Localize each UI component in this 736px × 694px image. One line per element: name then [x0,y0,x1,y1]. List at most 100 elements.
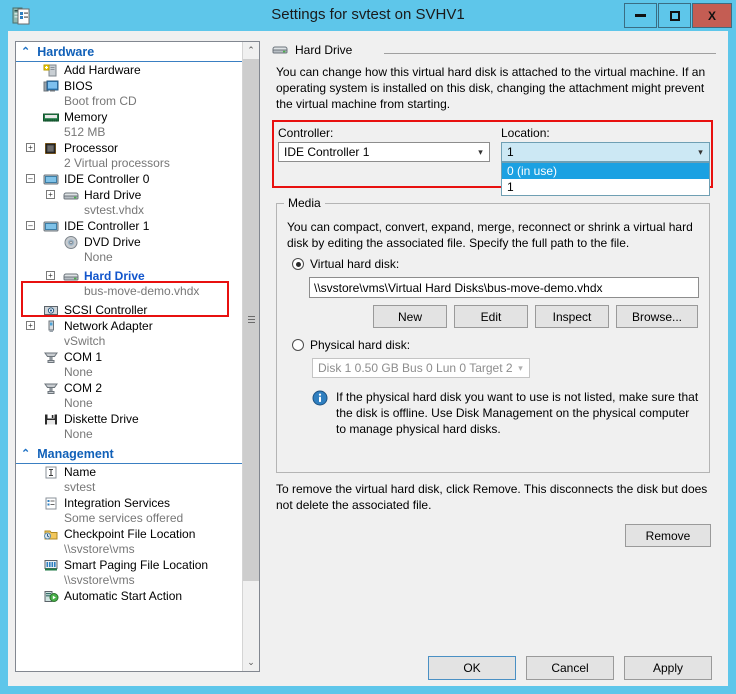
expander-plus-icon[interactable]: + [26,321,35,330]
expander-minus-icon[interactable]: – [26,174,35,183]
tree-item-label: Memory [64,110,108,124]
tree-item-label: COM 2 [64,381,103,395]
tree-item-memory[interactable]: Memory [16,109,244,125]
physical-hard-disk-select[interactable]: Disk 1 0.50 GB Bus 0 Lun 0 Target 2 ▾ [312,358,530,378]
close-button[interactable]: X [692,3,732,28]
diskette-drive-icon [43,412,59,427]
expander-plus-icon[interactable]: + [46,271,55,280]
tree-item-hard-drive-bus-move-demo[interactable]: + Hard Drive [16,268,244,284]
virtual-hard-disk-radio[interactable]: Virtual hard disk: [292,257,399,271]
tree-item-smart-paging-file-location[interactable]: Smart Paging File Location [16,557,244,573]
tree-item-sublabel: \\svstore\vms [64,573,135,587]
tree-item-label: Hard Drive [84,188,142,202]
tree-item-integration-services[interactable]: Integration Services [16,495,244,511]
tree-item-label: Network Adapter [64,319,153,333]
location-select[interactable]: 1 ▾ [501,142,710,162]
hard-drive-settings-pane: Hard Drive You can change how this virtu… [268,41,720,649]
scsi-controller-icon [43,303,59,318]
section-label: Hardware [37,44,95,59]
tree-item-processor[interactable]: + Processor [16,140,244,156]
virtual-hard-disk-path-input[interactable]: \\svstore\vms\Virtual Hard Disks\bus-mov… [309,277,699,298]
edit-button[interactable]: Edit [454,305,528,328]
location-dropdown-list[interactable]: 0 (in use) 1 [501,162,710,196]
tree-item-label: Name [64,465,97,479]
scroll-up-button[interactable]: ⌃ [243,42,259,59]
tree-scrollbar[interactable]: ⌃ ⌄ [242,42,259,671]
dialog-footer: OK Cancel Apply [8,649,728,686]
tree-item-label: Automatic Start Action [64,589,183,603]
media-caption: Media [284,196,325,210]
tree-item-sublabel: svtest.vhdx [84,203,145,217]
tree-item-sublabel: 2 Virtual processors [64,156,170,170]
remove-button[interactable]: Remove [625,524,711,547]
tree-item-hard-drive-svtest[interactable]: + Hard Drive [16,187,244,203]
tree-item-ide-controller-1[interactable]: – IDE Controller 1 [16,218,244,234]
tree-item-label: COM 1 [64,350,103,364]
smart-paging-icon [43,558,59,573]
tree-item-sublabel: Boot from CD [64,94,137,108]
ide-controller-icon [43,219,59,234]
tree-item-automatic-start-action[interactable]: Automatic Start Action [16,588,244,604]
tree-item-sublabel: vSwitch [64,334,106,348]
tree-item-sublabel: \\svstore\vms [64,542,135,556]
tree-item-sublabel: None [64,365,93,379]
controller-select[interactable]: IDE Controller 1 ▾ [278,142,490,162]
tree-item-scsi-controller[interactable]: SCSI Controller [16,302,244,318]
new-button[interactable]: New [373,305,447,328]
tree-item-label: DVD Drive [84,235,141,249]
tree-item-add-hardware[interactable]: Add Hardware [16,62,244,78]
tree-item-com-1[interactable]: COM 1 [16,349,244,365]
location-value: 1 [507,145,514,159]
ok-button[interactable]: OK [428,656,516,680]
physical-hard-disk-value: Disk 1 0.50 GB Bus 0 Lun 0 Target 2 [318,361,512,375]
radio-dot-icon [292,339,304,351]
tree-item-bios[interactable]: BIOS [16,78,244,94]
physical-hard-disk-radio[interactable]: Physical hard disk: [292,338,410,352]
section-header-hardware[interactable]: ⌃ Hardware [16,42,244,62]
inspect-button[interactable]: Inspect [535,305,609,328]
info-icon [312,390,328,406]
tree-item-network-adapter[interactable]: + Network Adapter [16,318,244,334]
tree-item-label: Integration Services [64,496,171,510]
tree-item-dvd-drive[interactable]: DVD Drive [16,234,244,250]
physical-hard-disk-label: Physical hard disk: [310,338,411,352]
tree-item-sublabel: None [84,250,113,264]
dvd-drive-icon [63,235,79,250]
tree-item-ide-controller-0[interactable]: – IDE Controller 0 [16,171,244,187]
section-label: Management [37,446,114,461]
tree-item-com-2[interactable]: COM 2 [16,380,244,396]
tree-item-sublabel: None [64,427,93,441]
cancel-button[interactable]: Cancel [526,656,614,680]
tree-item-label: Add Hardware [64,63,141,77]
pane-title-label: Hard Drive [295,43,353,57]
expander-plus-icon[interactable]: + [46,190,55,199]
chevron-down-icon: ▾ [518,362,523,373]
tree-item-checkpoint-file-location[interactable]: Checkpoint File Location [16,526,244,542]
maximize-icon [669,10,680,21]
com-port-icon [43,350,59,365]
virtual-hard-disk-label: Virtual hard disk: [310,257,400,271]
maximize-button[interactable] [658,3,691,28]
network-adapter-icon [43,319,59,334]
tree-item-sublabel: 512 MB [64,125,106,139]
media-description: You can compact, convert, expand, merge,… [287,220,693,250]
scroll-track[interactable] [243,59,259,654]
minimize-button[interactable] [624,3,657,28]
hardware-tree[interactable]: ⌃ Hardware Add Hardware BIOS Boot from C… [15,41,260,672]
checkpoint-folder-icon [43,527,59,542]
tree-item-name[interactable]: Name [16,464,244,480]
section-header-management[interactable]: ⌃ Management [16,444,244,464]
tree-item-label: Checkpoint File Location [64,527,196,541]
expander-minus-icon[interactable]: – [26,221,35,230]
tree-item-sublabel: None [64,396,93,410]
expander-plus-icon[interactable]: + [26,143,35,152]
controller-label: Controller: [278,126,334,140]
location-option-0[interactable]: 0 (in use) [502,163,709,179]
scroll-thumb[interactable] [243,59,259,581]
location-option-1[interactable]: 1 [502,179,709,195]
apply-button[interactable]: Apply [624,656,712,680]
browse-button[interactable]: Browse... [616,305,698,328]
tree-item-label: Hard Drive [84,269,145,283]
tree-item-diskette-drive[interactable]: Diskette Drive [16,411,244,427]
group-divider [384,53,716,54]
